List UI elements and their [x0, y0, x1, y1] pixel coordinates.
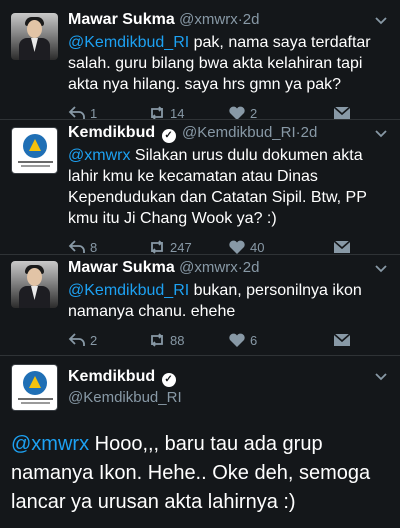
reply-button[interactable]: 1 [68, 103, 97, 123]
tweet-reply-2[interactable]: Kemdikbud ✓ @Kemdikbud_RI·2d @xmwrx Sila… [0, 122, 400, 257]
retweet-button[interactable]: 14 [148, 103, 184, 123]
main-tweet[interactable]: Kemdikbud ✓ @Kemdikbud_RI @xmwrx Hooo,,,… [0, 358, 400, 528]
display-name[interactable]: Mawar Sukma [68, 259, 175, 276]
tweet-reply-3[interactable]: Mawar Sukma @xmwrx·2d @Kemdikbud_RI buka… [0, 257, 400, 350]
tweet-text: @Kemdikbud_RI pak, nama saya terdaftar s… [68, 32, 390, 95]
tweet-actions: 2 88 6 [68, 330, 390, 350]
direct-message-icon [333, 333, 351, 346]
tweet-header: Mawar Sukma @xmwrx·2d [68, 257, 390, 279]
retweet-count: 88 [170, 332, 185, 348]
divider [0, 254, 400, 255]
avatar[interactable] [11, 127, 58, 174]
avatar[interactable] [11, 13, 58, 60]
direct-message-icon [333, 240, 351, 253]
display-name[interactable]: Mawar Sukma [68, 11, 175, 28]
reply-count: 2 [90, 332, 98, 348]
retweet-button[interactable]: 88 [148, 330, 184, 350]
tweet-text: @xmwrx Hooo,,, baru tau ada grup namanya… [0, 430, 400, 517]
like-button[interactable]: 2 [228, 103, 257, 123]
tweet-text: @Kemdikbud_RI bukan, personilnya ikon na… [68, 280, 368, 322]
heart-icon [229, 333, 245, 347]
tweet-actions: 1 14 2 [68, 103, 390, 123]
user-handle[interactable]: @Kemdikbud_RI [182, 124, 296, 141]
mention-link[interactable]: @Kemdikbud_RI [68, 282, 189, 299]
tweet-text: @xmwrx Silakan urus dulu dokumen akta la… [68, 145, 390, 229]
display-name[interactable]: Kemdikbud [68, 368, 155, 385]
direct-message-button[interactable] [333, 330, 351, 350]
like-count: 40 [250, 239, 265, 255]
chevron-down-icon[interactable] [374, 14, 388, 28]
reply-icon [68, 333, 85, 346]
timestamp[interactable]: 2d [243, 259, 260, 276]
direct-message-button[interactable] [333, 103, 351, 123]
timestamp[interactable]: 2d [243, 11, 260, 28]
tweet-reply-1[interactable]: Mawar Sukma @xmwrx·2d @Kemdikbud_RI pak,… [0, 9, 400, 123]
chevron-down-icon[interactable] [374, 127, 388, 141]
timestamp[interactable]: 2d [301, 124, 318, 141]
reply-icon [68, 240, 85, 253]
avatar[interactable] [11, 364, 58, 411]
verified-badge-icon: ✓ [161, 129, 176, 143]
chevron-down-icon[interactable] [374, 370, 388, 384]
tweet-header: Kemdikbud ✓ [68, 366, 178, 388]
reply-count: 8 [90, 239, 98, 255]
retweet-icon [151, 240, 163, 254]
retweet-icon [151, 333, 163, 347]
like-button[interactable]: 6 [228, 330, 257, 350]
retweet-count: 247 [170, 239, 192, 255]
conversation-thread: Mawar Sukma @xmwrx·2d @Kemdikbud_RI pak,… [0, 0, 400, 528]
user-handle[interactable]: @xmwrx [179, 11, 238, 28]
reply-button[interactable]: 2 [68, 330, 97, 350]
heart-icon [229, 240, 245, 254]
mention-link[interactable]: @xmwrx [11, 433, 89, 455]
user-handle[interactable]: @Kemdikbud_RI [68, 388, 182, 408]
verified-badge-icon: ✓ [161, 373, 176, 387]
mention-link[interactable]: @xmwrx [68, 147, 130, 164]
mention-link[interactable]: @Kemdikbud_RI [68, 34, 189, 51]
like-count: 6 [250, 332, 258, 348]
divider [0, 355, 400, 356]
user-handle[interactable]: @xmwrx [179, 259, 238, 276]
chevron-down-icon[interactable] [374, 262, 388, 276]
display-name[interactable]: Kemdikbud [68, 124, 155, 141]
divider [0, 119, 400, 120]
tweet-header: Kemdikbud ✓ @Kemdikbud_RI·2d [68, 122, 390, 144]
tweet-header: Mawar Sukma @xmwrx·2d [68, 9, 390, 31]
avatar[interactable] [11, 261, 58, 308]
